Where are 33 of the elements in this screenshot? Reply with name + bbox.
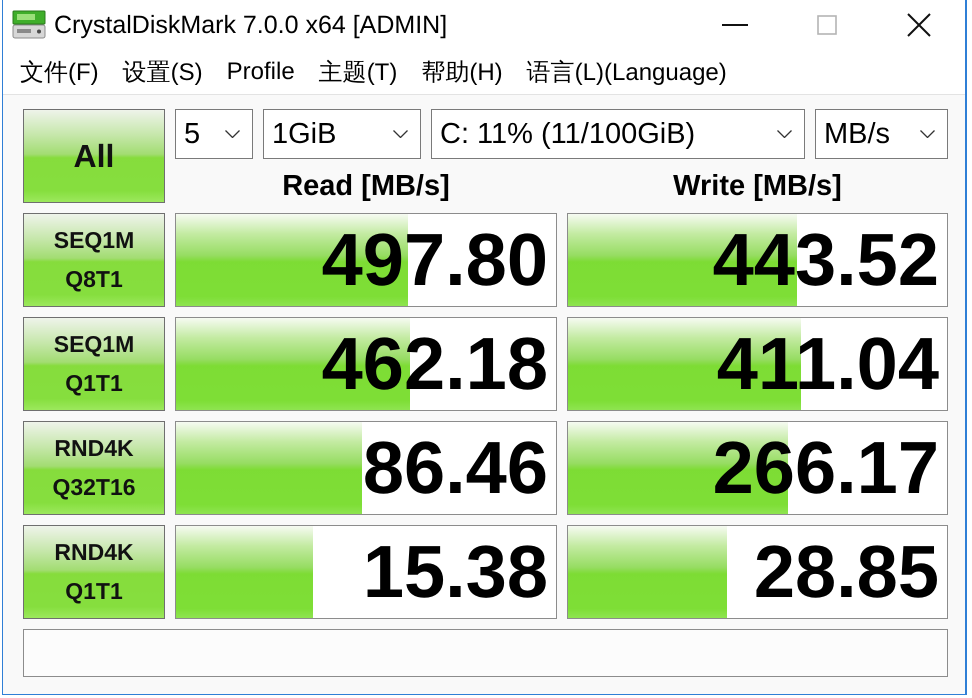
speed-value: 443.52 [712, 223, 940, 297]
speed-value: 86.46 [362, 431, 549, 505]
all-button[interactable]: All [23, 109, 165, 203]
chevron-down-icon [920, 130, 935, 138]
dropdown[interactable]: 1GiB [263, 109, 421, 159]
speed-value: 266.17 [712, 431, 940, 505]
close-icon[interactable] [907, 13, 931, 37]
speed-value: 411.04 [716, 327, 940, 401]
test-button[interactable]: RND4K Q32T16 [23, 421, 165, 515]
speed-value: 497.80 [322, 223, 549, 297]
speed-value: 462.18 [322, 327, 549, 401]
chevron-down-icon [777, 130, 792, 138]
menu-item[interactable]: 文件(F) [20, 56, 99, 88]
chevron-down-icon [225, 130, 240, 138]
column-header: Write [MB/s] [673, 169, 842, 203]
menu-item[interactable]: 语言(L)(Language) [526, 56, 727, 88]
menu-item[interactable]: Profile [226, 58, 295, 86]
dropdown[interactable]: C: 11% (11/100GiB) [431, 109, 805, 159]
speed-value: 28.85 [754, 535, 940, 609]
menu-item[interactable]: 帮助(H) [421, 56, 503, 88]
drive-icon [12, 10, 46, 40]
window-title: CrystalDiskMark 7.0.0 x64 [ADMIN] [54, 10, 448, 40]
dropdown[interactable]: 5 [175, 109, 253, 159]
chevron-down-icon [393, 130, 408, 138]
comment-field[interactable] [23, 629, 948, 677]
dropdown[interactable]: MB/s [815, 109, 948, 159]
test-button[interactable]: RND4K Q1T1 [23, 525, 165, 619]
speed-value: 15.38 [362, 535, 549, 609]
column-header: Read [MB/s] [282, 169, 450, 203]
menu-item[interactable]: 主题(T) [318, 56, 398, 88]
test-button[interactable]: SEQ1M Q1T1 [23, 317, 165, 411]
test-button[interactable]: SEQ1M Q8T1 [23, 213, 165, 307]
menu-item[interactable]: 设置(S) [122, 56, 203, 88]
